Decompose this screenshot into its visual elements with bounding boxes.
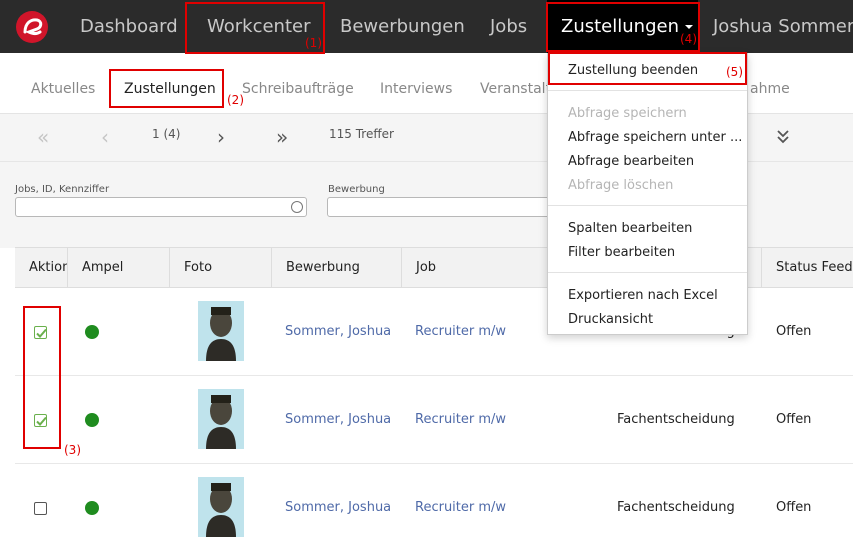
menu-divider [548,272,747,273]
annotation-box-2 [109,69,224,108]
col-status-feedback[interactable]: Status Feedback [762,248,853,288]
applicant-photo [198,389,244,449]
top-navbar: Dashboard Workcenter Bewerbungen Jobs Zu… [0,0,853,53]
expand-icon[interactable] [775,128,791,150]
bewerbung-link[interactable]: Sommer, Joshua [285,500,391,515]
annotation-label-1: (1) [305,36,322,50]
menu-spalten-bearbeiten[interactable]: Spalten bearbeiten [568,221,692,236]
prev-page-icon[interactable]: ‹ [101,126,109,148]
job-link[interactable]: Recruiter m/w [415,324,506,339]
menu-abfrage-bearbeiten[interactable]: Abfrage bearbeiten [568,154,694,169]
col-bewerbung[interactable]: Bewerbung [272,248,402,288]
status-text: Offen [776,324,812,339]
job-link[interactable]: Recruiter m/w [415,500,506,515]
table-row[interactable]: Sommer, Joshua Recruiter m/w Fachentsche… [15,376,853,464]
table-row[interactable]: Sommer, Joshua Recruiter m/w Fachentsche… [15,464,853,551]
col-foto[interactable]: Foto [170,248,272,288]
applicant-photo [198,477,244,537]
ampel-indicator [85,501,99,515]
next-page-icon[interactable]: › [217,126,225,148]
phase-text: Fachentscheidung [617,500,735,515]
annotation-box-4 [546,2,700,52]
annotation-label-2: (2) [227,93,244,107]
zustellungen-dropdown-menu: Zustellung beenden Abfrage speichern Abf… [547,53,748,335]
col-ampel[interactable]: Ampel [68,248,170,288]
menu-exportieren-excel[interactable]: Exportieren nach Excel [568,288,718,303]
menu-divider [548,90,747,91]
annotation-box-3 [23,306,61,449]
filter-bewerbung-input[interactable] [327,197,557,217]
hit-count: 115 Treffer [329,127,394,141]
ampel-indicator [85,413,99,427]
filter-jobs-label: Jobs, ID, Kennziffer [15,184,110,195]
phase-text: Fachentscheidung [617,412,735,427]
annotation-box-5 [548,52,747,85]
menu-druckansicht[interactable]: Druckansicht [568,312,653,327]
nav-user[interactable]: Joshua Sommer [713,0,853,53]
nav-dashboard[interactable]: Dashboard [80,0,178,53]
logo-icon[interactable] [16,11,48,43]
nav-jobs[interactable]: Jobs [490,0,527,53]
annotation-label-3: (3) [64,443,81,457]
ampel-indicator [85,325,99,339]
search-icon[interactable] [291,201,303,213]
tab-uebernahme[interactable]: ahme [750,81,790,97]
filter-bewerbung-label: Bewerbung [328,184,385,195]
menu-abfrage-speichern-unter[interactable]: Abfrage speichern unter ... [568,130,742,145]
annotation-box-1 [185,2,325,54]
first-page-icon[interactable]: « [37,126,49,148]
tab-aktuelles[interactable]: Aktuelles [31,81,95,97]
page-indicator: 1 (4) [152,127,181,141]
bewerbung-link[interactable]: Sommer, Joshua [285,412,391,427]
last-page-icon[interactable]: » [276,126,288,148]
row-checkbox[interactable] [34,502,47,515]
menu-abfrage-speichern: Abfrage speichern [568,106,687,121]
tab-schreibauftraege[interactable]: Schreibaufträge [242,81,354,97]
applicant-photo [198,301,244,361]
col-aktion[interactable]: Aktion [15,248,68,288]
menu-abfrage-loeschen: Abfrage löschen [568,178,674,193]
menu-filter-bearbeiten[interactable]: Filter bearbeiten [568,245,675,260]
bewerbung-link[interactable]: Sommer, Joshua [285,324,391,339]
job-link[interactable]: Recruiter m/w [415,412,506,427]
tab-interviews[interactable]: Interviews [380,81,452,97]
tab-veranstaltungen[interactable]: Veranstalt [480,81,551,97]
nav-bewerbungen[interactable]: Bewerbungen [340,0,465,53]
status-text: Offen [776,412,812,427]
filter-jobs-input[interactable] [15,197,307,217]
menu-divider [548,205,747,206]
annotation-label-5: (5) [726,65,743,79]
status-text: Offen [776,500,812,515]
annotation-label-4: (4) [680,32,697,46]
